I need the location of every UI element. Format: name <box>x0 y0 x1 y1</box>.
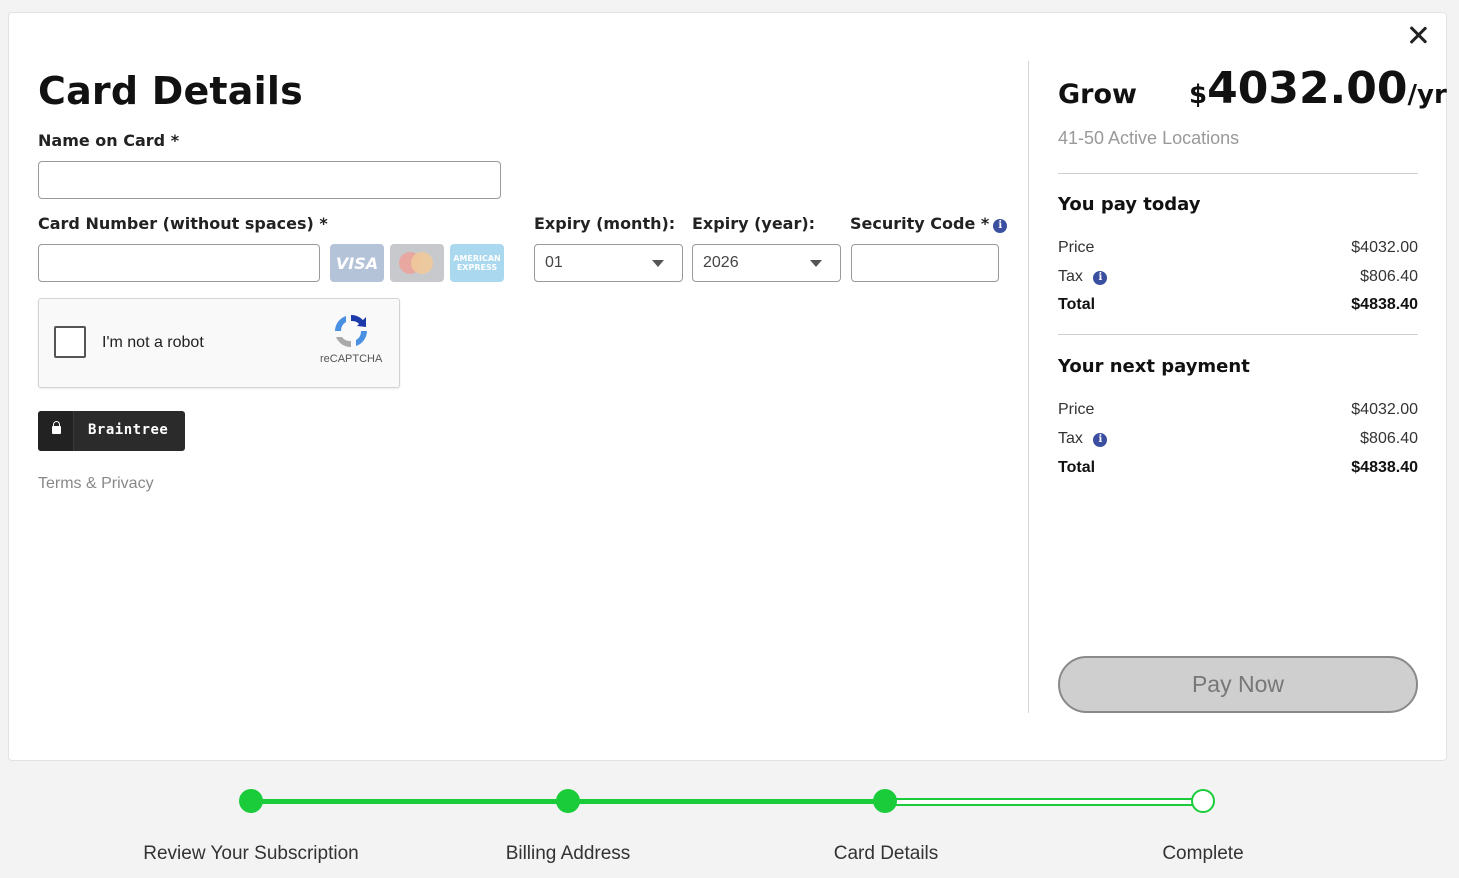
step-label-complete: Complete <box>1162 843 1244 864</box>
plan-price: $4032.00/yr <box>1189 63 1447 114</box>
vertical-divider <box>1028 61 1029 713</box>
next-payment-title: Your next payment <box>1058 356 1250 377</box>
expiry-year-value: 2026 <box>703 254 739 271</box>
next-price-row: Price $4032.00 <box>1058 401 1418 423</box>
step-dot-review[interactable] <box>239 789 263 813</box>
amex-logo: AMERICAN EXPRESS <box>450 244 504 282</box>
lock-icon-container <box>38 411 74 451</box>
next-total-row: Total $4838.40 <box>1058 459 1418 481</box>
step-label-review: Review Your Subscription <box>143 843 359 864</box>
plan-period: /yr <box>1407 80 1447 110</box>
mastercard-logo <box>390 244 444 282</box>
security-code-label-text: Security Code * <box>850 214 990 233</box>
step-label-card-details: Card Details <box>833 843 939 864</box>
next-total-label: Total <box>1058 459 1096 476</box>
plan-locations: 41-50 Active Locations <box>1058 128 1240 148</box>
expiry-year-select[interactable]: 2026 <box>692 244 841 282</box>
today-tax-label: Tax <box>1058 268 1083 285</box>
today-total-label: Total <box>1058 296 1096 313</box>
expiry-month-label: Expiry (month): <box>534 214 676 233</box>
plan-name: Grow <box>1058 79 1137 110</box>
chevron-down-icon <box>652 260 664 267</box>
visa-logo-text: VISA <box>335 253 379 273</box>
expiry-year-label: Expiry (year): <box>692 214 816 233</box>
expiry-month-select[interactable]: 01 <box>534 244 683 282</box>
pay-today-title: You pay today <box>1058 194 1201 215</box>
today-tax-row: Tax i $806.40 <box>1058 268 1418 290</box>
today-total-value: $4838.40 <box>1351 296 1418 313</box>
card-number-input[interactable] <box>38 244 320 282</box>
recaptcha-label: I'm not a robot <box>102 334 204 351</box>
security-code-input[interactable] <box>851 244 999 282</box>
next-price-label: Price <box>1058 401 1095 418</box>
progress-segment-pending <box>885 798 1203 806</box>
today-price-row: Price $4032.00 <box>1058 239 1418 261</box>
name-on-card-input[interactable] <box>38 161 501 199</box>
next-tax-label-wrap: Tax i <box>1058 430 1108 448</box>
plan-amount: 4032.00 <box>1207 63 1408 114</box>
braintree-label: Braintree <box>88 422 169 438</box>
plan-currency: $ <box>1189 80 1208 110</box>
page-title: Card Details <box>38 69 303 113</box>
step-dot-card-details[interactable] <box>873 789 897 813</box>
braintree-badge[interactable]: Braintree <box>38 411 185 451</box>
info-icon[interactable]: i <box>993 219 1008 233</box>
recaptcha-widget: I'm not a robot reCAPTCHA <box>38 298 400 388</box>
chevron-down-icon <box>810 260 822 267</box>
info-icon[interactable]: i <box>1093 271 1108 285</box>
mastercard-circle-orange <box>411 252 433 274</box>
next-tax-label: Tax <box>1058 430 1083 447</box>
terms-privacy-link[interactable]: Terms & Privacy <box>38 475 154 493</box>
info-icon[interactable]: i <box>1093 433 1108 447</box>
lock-icon <box>52 421 61 434</box>
progress-segment-done <box>568 799 885 804</box>
today-price-label: Price <box>1058 239 1095 256</box>
divider <box>1058 334 1418 335</box>
close-icon[interactable] <box>1406 23 1430 47</box>
step-label-billing: Billing Address <box>505 843 631 864</box>
card-number-label: Card Number (without spaces) * <box>38 214 328 233</box>
security-code-label: Security Code * i <box>850 214 1008 233</box>
recaptcha-checkbox[interactable] <box>54 326 86 358</box>
name-on-card-label: Name on Card * <box>38 131 180 150</box>
visa-logo: VISA <box>330 244 384 282</box>
progress-stepper: Review Your Subscription Billing Address… <box>0 761 1459 878</box>
today-price-value: $4032.00 <box>1351 239 1418 256</box>
step-dot-billing[interactable] <box>556 789 580 813</box>
next-tax-value: $806.40 <box>1360 430 1418 447</box>
step-dot-complete[interactable] <box>1191 789 1215 813</box>
recaptcha-icon <box>335 314 367 348</box>
amex-logo-text: AMERICAN EXPRESS <box>453 254 501 272</box>
next-total-value: $4838.40 <box>1351 459 1418 476</box>
pay-now-button[interactable]: Pay Now <box>1058 656 1418 713</box>
progress-segment-done <box>251 799 568 804</box>
expiry-month-value: 01 <box>545 254 563 271</box>
recaptcha-brand: reCAPTCHA <box>320 353 383 365</box>
today-tax-value: $806.40 <box>1360 268 1418 285</box>
next-tax-row: Tax i $806.40 <box>1058 430 1418 452</box>
card-details-modal: Card Details Name on Card * Card Number … <box>8 12 1447 761</box>
today-total-row: Total $4838.40 <box>1058 296 1418 318</box>
divider <box>1058 173 1418 174</box>
next-price-value: $4032.00 <box>1351 401 1418 418</box>
today-tax-label-wrap: Tax i <box>1058 268 1108 286</box>
